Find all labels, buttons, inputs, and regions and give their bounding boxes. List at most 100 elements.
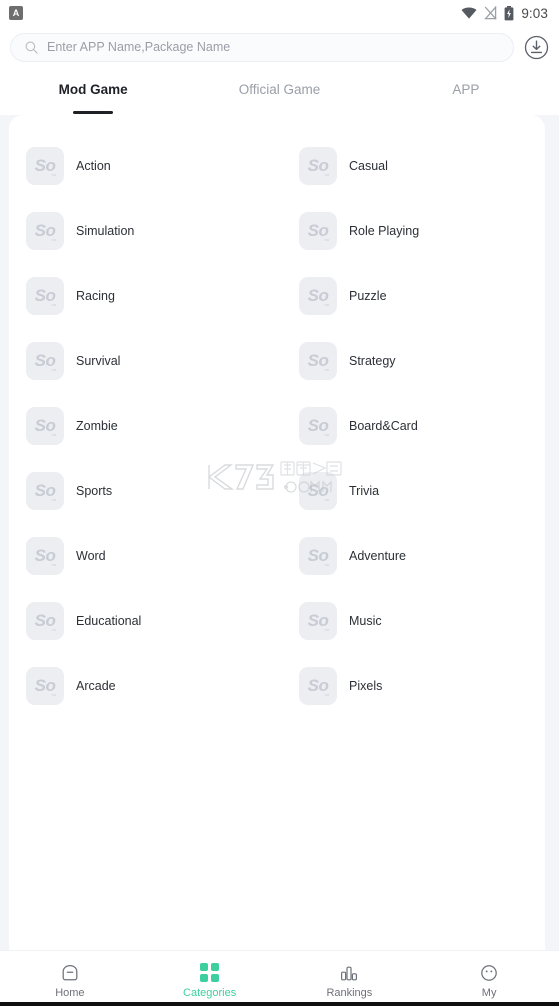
category-grid: So no Action So no Casual So no Simulation So no Ro…	[9, 115, 545, 718]
status-bar-clock: 9:03	[521, 5, 548, 21]
placeholder-image-icon: So no	[299, 536, 337, 575]
category-item-label: Role Playing	[349, 223, 420, 238]
placeholder-image-icon: So no	[299, 601, 337, 640]
download-circle-icon[interactable]	[524, 35, 549, 60]
status-bar-indicators: 9:03	[461, 5, 548, 21]
category-item-label: Pixels	[349, 678, 383, 693]
battery-charging-icon	[504, 5, 514, 21]
search-input[interactable]	[47, 40, 499, 54]
category-item[interactable]: So no Educational	[9, 588, 277, 653]
placeholder-subglyph: no	[324, 301, 329, 307]
placeholder-subglyph: no	[51, 561, 56, 567]
placeholder-image-icon: So no	[299, 666, 337, 705]
category-item-label: Survival	[76, 353, 121, 368]
placeholder-image-icon: So no	[26, 211, 64, 250]
placeholder-subglyph: no	[324, 431, 329, 437]
placeholder-image-icon: So no	[299, 211, 337, 250]
category-item[interactable]: So no Adventure	[277, 523, 545, 588]
category-item[interactable]: So no Word	[9, 523, 277, 588]
app-badge-icon: A	[9, 6, 23, 20]
placeholder-image-icon: So no	[26, 601, 64, 640]
nav-item-categories-label: Categories	[183, 986, 237, 999]
system-navigation-bar	[0, 1002, 559, 1006]
placeholder-subglyph: no	[51, 236, 56, 242]
category-item[interactable]: So no Strategy	[277, 328, 545, 393]
category-item[interactable]: So no Simulation	[9, 198, 277, 263]
placeholder-subglyph: no	[324, 366, 329, 372]
placeholder-subglyph: no	[51, 626, 56, 632]
signal-off-icon	[484, 6, 497, 20]
placeholder-subglyph: no	[324, 691, 329, 697]
nav-item-home[interactable]: Home	[0, 951, 140, 1006]
tab-app[interactable]: APP	[373, 76, 559, 114]
placeholder-subglyph: no	[51, 366, 56, 372]
category-item-label: Board&Card	[349, 418, 418, 433]
placeholder-image-icon: So no	[26, 471, 64, 510]
tab-active-indicator	[73, 110, 114, 114]
category-item-label: Racing	[76, 288, 115, 303]
placeholder-subglyph: no	[324, 496, 329, 502]
category-item[interactable]: So no Sports	[9, 458, 277, 523]
home-icon	[60, 963, 80, 983]
tab-mod-game-label: Mod Game	[58, 82, 128, 97]
face-icon	[479, 963, 499, 983]
category-item-label: Trivia	[349, 483, 380, 498]
category-item[interactable]: So no Racing	[9, 263, 277, 328]
nav-item-rankings[interactable]: Rankings	[280, 951, 420, 1006]
placeholder-image-icon: So no	[26, 341, 64, 380]
category-item-label: Arcade	[76, 678, 116, 693]
category-item-label: Casual	[349, 158, 388, 173]
category-item[interactable]: So no Trivia	[277, 458, 545, 523]
category-item-label: Zombie	[76, 418, 118, 433]
nav-item-home-label: Home	[55, 986, 85, 999]
tab-official-game[interactable]: Official Game	[186, 76, 372, 114]
category-item[interactable]: So no Pixels	[277, 653, 545, 718]
placeholder-image-icon: So no	[299, 406, 337, 445]
category-item[interactable]: So no Music	[277, 588, 545, 653]
search-box[interactable]	[10, 32, 514, 62]
placeholder-subglyph: no	[51, 171, 56, 177]
nav-item-categories[interactable]: Categories	[140, 951, 280, 1006]
placeholder-image-icon: So no	[26, 276, 64, 315]
search-row	[0, 26, 559, 68]
placeholder-image-icon: So no	[299, 341, 337, 380]
placeholder-subglyph: no	[51, 431, 56, 437]
placeholder-image-icon: So no	[26, 666, 64, 705]
nav-item-rankings-label: Rankings	[326, 986, 373, 999]
placeholder-image-icon: So no	[299, 471, 337, 510]
category-item[interactable]: So no Puzzle	[277, 263, 545, 328]
category-item[interactable]: So no Survival	[9, 328, 277, 393]
placeholder-subglyph: no	[324, 236, 329, 242]
placeholder-subglyph: no	[51, 691, 56, 697]
placeholder-image-icon: So no	[299, 146, 337, 185]
page-body: So no Action So no Casual So no Simulation So no Ro…	[0, 115, 559, 950]
category-item[interactable]: So no Casual	[277, 133, 545, 198]
category-item-label: Educational	[76, 613, 142, 628]
category-item[interactable]: So no Role Playing	[277, 198, 545, 263]
wifi-icon	[461, 7, 477, 19]
nav-item-my[interactable]: My	[419, 951, 559, 1006]
category-item[interactable]: So no Board&Card	[277, 393, 545, 458]
status-bar: A 9:03	[0, 0, 559, 26]
category-item[interactable]: So no Zombie	[9, 393, 277, 458]
tab-mod-game[interactable]: Mod Game	[0, 76, 186, 114]
grid-icon	[200, 963, 220, 983]
placeholder-subglyph: no	[51, 496, 56, 502]
bottom-navigation: Home Categories Rankings My	[0, 950, 559, 1006]
category-item-label: Word	[76, 548, 106, 563]
placeholder-subglyph: no	[324, 561, 329, 567]
nav-item-my-label: My	[481, 986, 497, 999]
search-icon	[25, 41, 38, 54]
category-item-label: Adventure	[349, 548, 406, 563]
category-item-label: Music	[349, 613, 382, 628]
category-item-label: Simulation	[76, 223, 135, 238]
tab-app-label: APP	[452, 82, 480, 97]
placeholder-subglyph: no	[51, 301, 56, 307]
placeholder-image-icon: So no	[26, 146, 64, 185]
category-item[interactable]: So no Arcade	[9, 653, 277, 718]
tab-bar: Mod Game Official Game APP	[0, 68, 559, 115]
bar-chart-icon	[339, 963, 359, 983]
category-item-label: Strategy	[349, 353, 396, 368]
category-item[interactable]: So no Action	[9, 133, 277, 198]
category-card: So no Action So no Casual So no Simulation So no Ro…	[9, 115, 545, 950]
